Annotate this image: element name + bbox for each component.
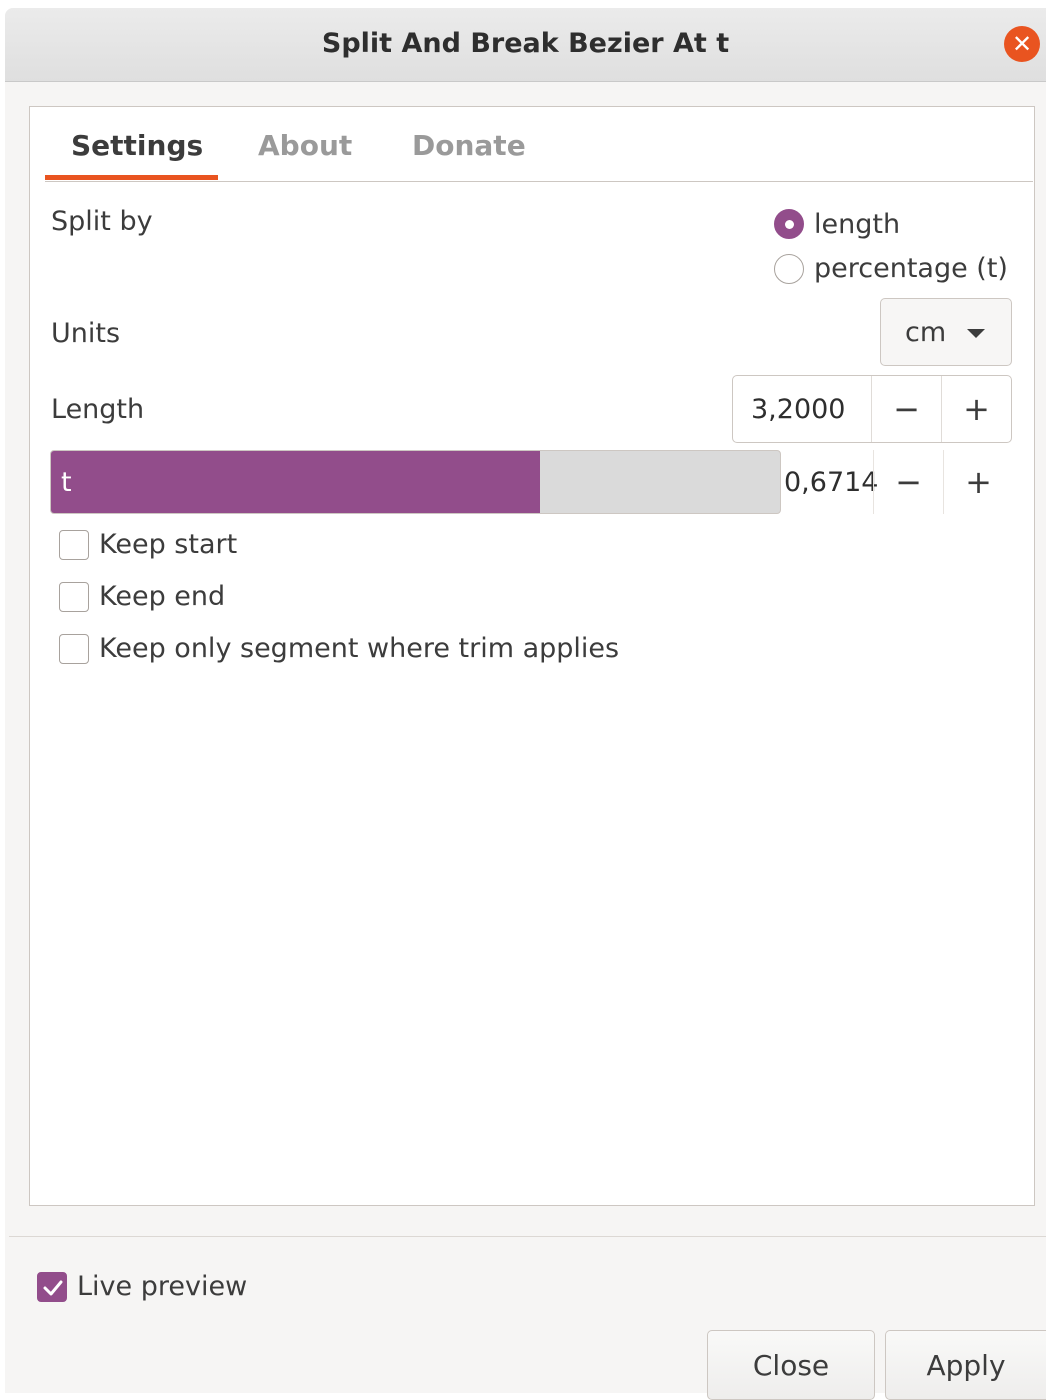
keep-end-checkbox[interactable] [59, 582, 89, 612]
window-title: Split And Break Bezier At t [321, 28, 730, 59]
active-tab-indicator [45, 175, 218, 180]
tab-bar: Settings About Donate [45, 107, 1033, 182]
t-increment-button[interactable]: + [943, 450, 1013, 514]
length-spinbutton[interactable]: 3,2000 − + [732, 375, 1012, 443]
caret-down-icon [967, 329, 985, 338]
tab-about[interactable]: About [258, 129, 352, 162]
split-by-label: Split by [51, 206, 153, 237]
keep-start-checkbox[interactable] [59, 530, 89, 560]
length-label: Length [51, 394, 145, 425]
percentage-radio[interactable] [774, 254, 804, 284]
checkmark-icon [43, 1280, 63, 1296]
tab-donate[interactable]: Donate [412, 129, 526, 162]
t-slider[interactable]: t [50, 450, 781, 514]
tab-settings[interactable]: Settings [71, 129, 203, 162]
percentage-radio-label[interactable]: percentage (t) [814, 253, 1008, 284]
length-radio-label[interactable]: length [814, 209, 900, 240]
length-value[interactable]: 3,2000 [751, 394, 845, 425]
length-radio[interactable] [774, 209, 804, 239]
keep-start-label[interactable]: Keep start [99, 529, 237, 560]
title-bar[interactable]: Split And Break Bezier At t ✕ [5, 8, 1046, 82]
keep-segment-label[interactable]: Keep only segment where trim applies [99, 633, 619, 664]
units-label: Units [51, 318, 121, 349]
separator [9, 1236, 1046, 1237]
keep-segment-checkbox[interactable] [59, 634, 89, 664]
live-preview-checkbox[interactable] [37, 1272, 67, 1302]
apply-button[interactable]: Apply [885, 1330, 1046, 1400]
t-value[interactable]: 0,6714 [784, 467, 878, 498]
keep-end-label[interactable]: Keep end [99, 581, 225, 612]
length-decrement-button[interactable]: − [871, 376, 941, 442]
close-button[interactable]: Close [707, 1330, 875, 1400]
t-decrement-button[interactable]: − [873, 450, 943, 514]
units-dropdown[interactable]: cm [880, 298, 1012, 366]
length-increment-button[interactable]: + [941, 376, 1011, 442]
t-slider-fill [51, 451, 541, 513]
close-icon[interactable]: ✕ [1004, 26, 1040, 62]
dialog-window: Split And Break Bezier At t ✕ Settings A… [5, 8, 1046, 1400]
live-preview-label[interactable]: Live preview [77, 1271, 247, 1302]
units-value: cm [905, 317, 947, 348]
t-slider-label: t [61, 467, 72, 498]
